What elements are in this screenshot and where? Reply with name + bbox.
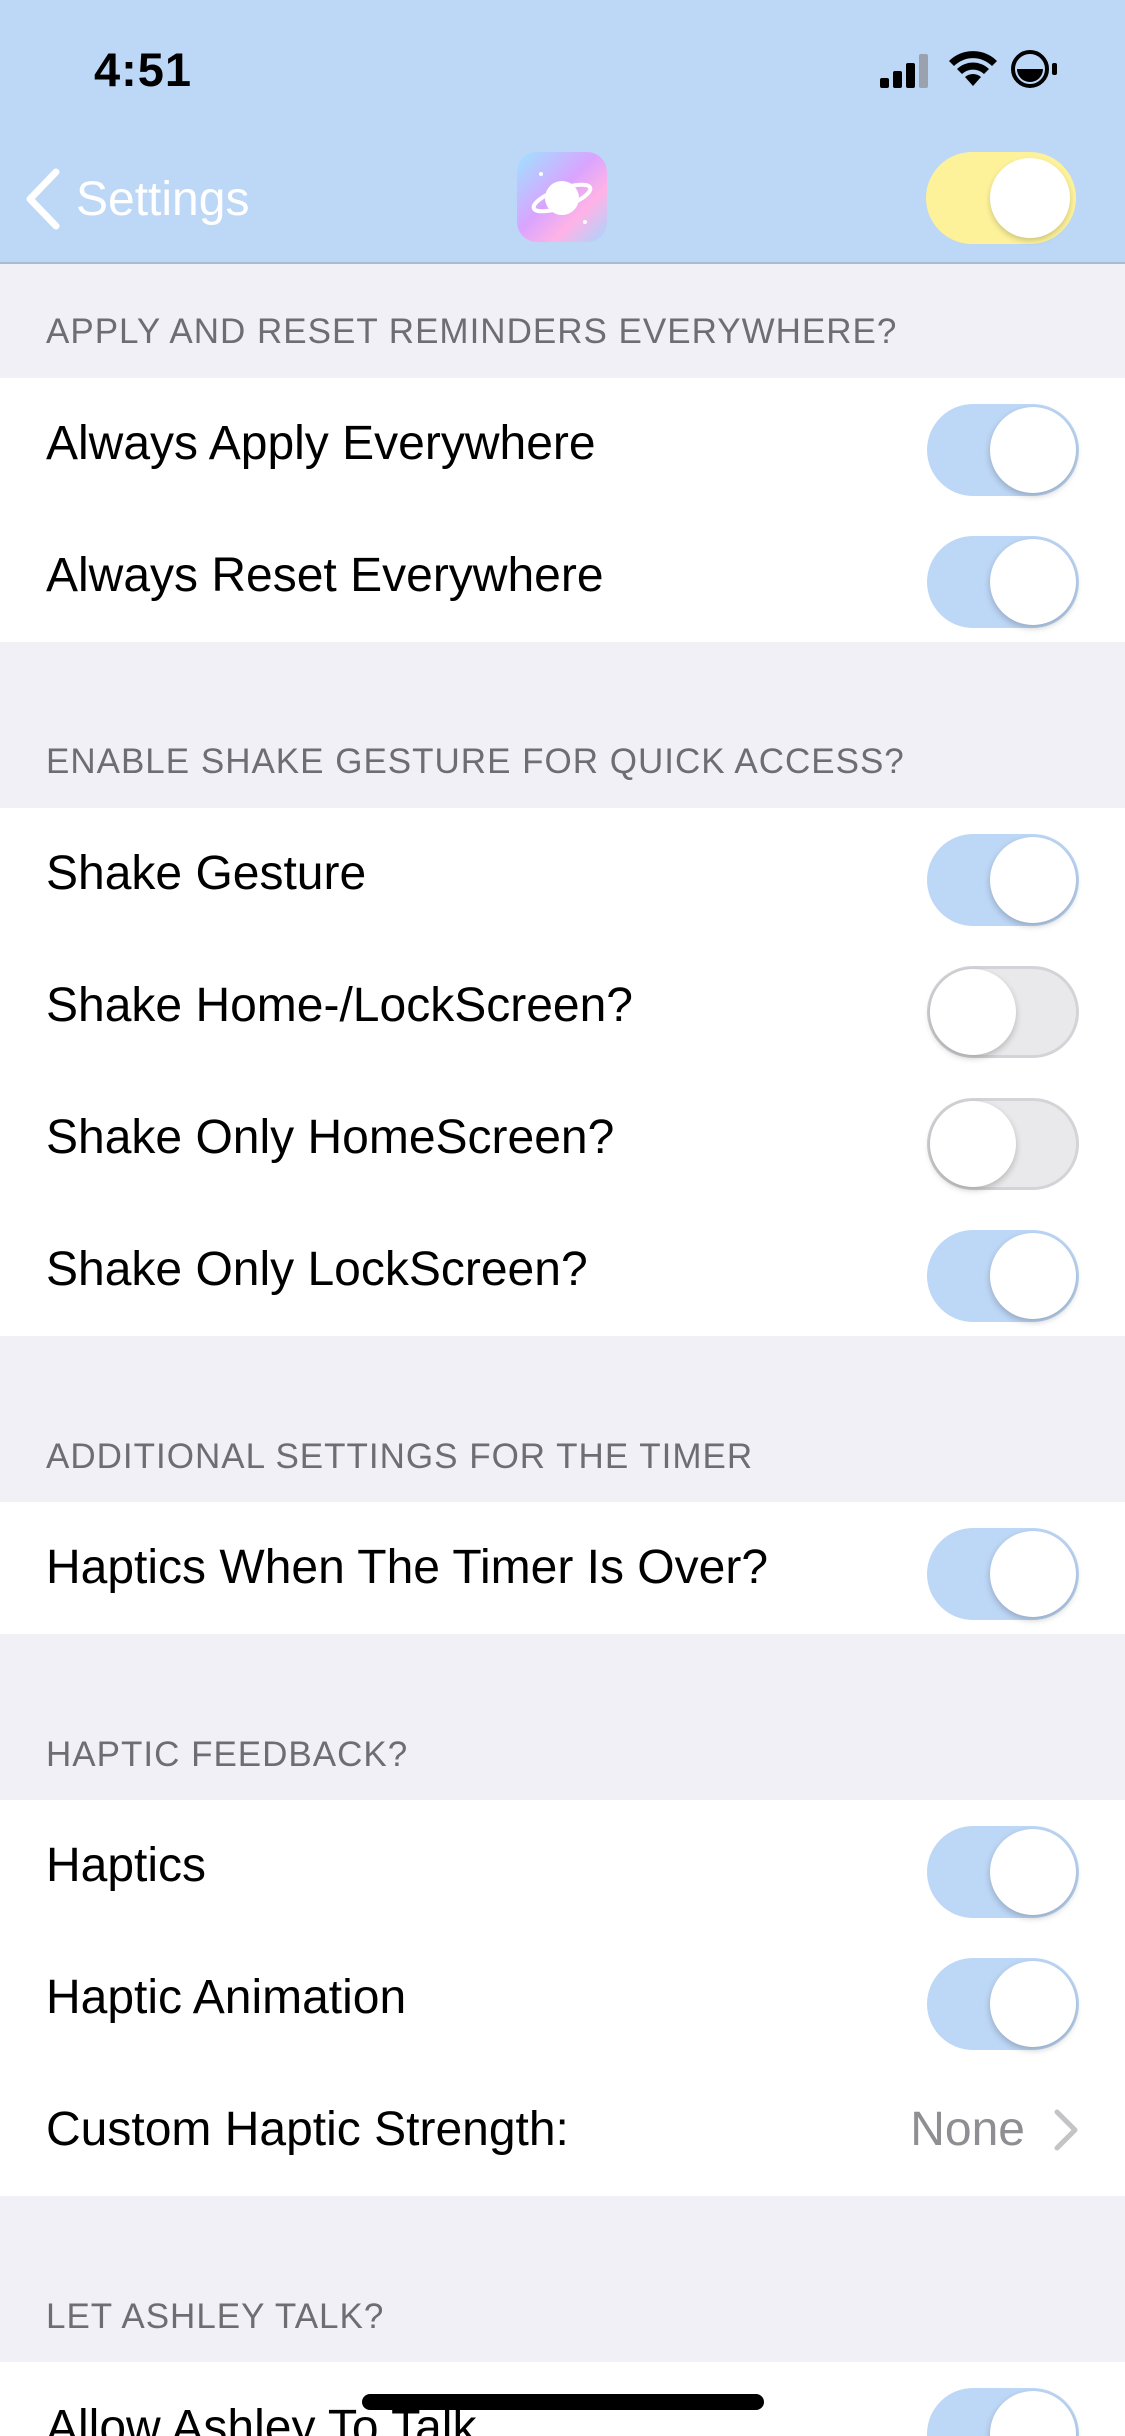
row-label: Haptics [46,1839,207,1892]
shake-only-lockscreen-switch[interactable] [927,1230,1079,1322]
row-label: Shake Gesture [46,847,367,900]
shake-gesture-switch[interactable] [927,834,1079,926]
cellular-signal-icon [880,54,928,88]
row-shake-home-lockscreen: Shake Home-/LockScreen? [0,940,1125,1072]
always-apply-switch[interactable] [927,404,1079,496]
chevron-left-icon [26,168,60,230]
settings-group-shake: Shake Gesture Shake Home-/LockScreen? Sh… [0,808,1125,1336]
row-label: Shake Only HomeScreen? [46,1111,615,1164]
chevron-right-icon [1054,2109,1078,2151]
settings-group-haptic-feedback: Haptics Haptic Animation Custom Haptic S… [0,1800,1125,2196]
section-title-timer: ADDITIONAL SETTINGS FOR THE TIMER [46,1437,754,1476]
wifi-icon [949,51,997,86]
master-toggle-knob [990,158,1070,238]
status-time: 4:51 [94,43,193,96]
planet-app-icon [517,152,607,242]
haptics-timer-over-switch[interactable] [927,1528,1079,1620]
row-label: Always Reset Everywhere [46,549,604,602]
back-button[interactable]: Settings [22,164,249,234]
shake-only-homescreen-switch[interactable] [927,1098,1079,1190]
settings-group-apply-reset: Always Apply Everywhere Always Reset Eve… [0,378,1125,642]
allow-ashley-talk-switch[interactable] [927,2388,1079,2436]
shake-home-lockscreen-switch[interactable] [927,966,1079,1058]
row-always-reset: Always Reset Everywhere [0,510,1125,642]
row-always-apply: Always Apply Everywhere [0,378,1125,510]
row-label: Shake Only LockScreen? [46,1243,588,1296]
haptics-switch[interactable] [927,1826,1079,1918]
row-shake-gesture: Shake Gesture [0,808,1125,940]
row-shake-only-lockscreen: Shake Only LockScreen? [0,1204,1125,1336]
row-label: Haptics When The Timer Is Over? [46,1541,769,1594]
always-reset-switch[interactable] [927,536,1079,628]
row-label: Always Apply Everywhere [46,417,596,470]
row-haptics-timer-over: Haptics When The Timer Is Over? [0,1502,1125,1634]
haptic-animation-switch[interactable] [927,1958,1079,2050]
settings-group-timer: Haptics When The Timer Is Over? [0,1502,1125,1634]
row-label: Custom Haptic Strength: [46,2103,569,2156]
section-title-apply-reset: APPLY AND RESET REMINDERS EVERYWHERE? [46,312,898,351]
row-shake-only-homescreen: Shake Only HomeScreen? [0,1072,1125,1204]
haptic-strength-value: None [910,2103,1025,2156]
section-title-shake: ENABLE SHAKE GESTURE FOR QUICK ACCESS? [46,742,905,781]
navigation-header: 4:51 Settings [0,0,1125,264]
row-haptics: Haptics [0,1800,1125,1932]
section-title-haptic-feedback: HAPTIC FEEDBACK? [46,1735,409,1774]
home-indicator [362,2394,764,2410]
row-custom-haptic-strength[interactable]: Custom Haptic Strength: None [0,2064,1125,2196]
back-button-label: Settings [76,172,250,226]
master-toggle[interactable] [926,152,1076,244]
battery-icon [1011,50,1057,88]
row-label: Shake Home-/LockScreen? [46,979,633,1032]
row-label: Haptic Animation [46,1971,407,2024]
section-title-ashley: LET ASHLEY TALK? [46,2297,385,2336]
row-haptic-animation: Haptic Animation [0,1932,1125,2064]
